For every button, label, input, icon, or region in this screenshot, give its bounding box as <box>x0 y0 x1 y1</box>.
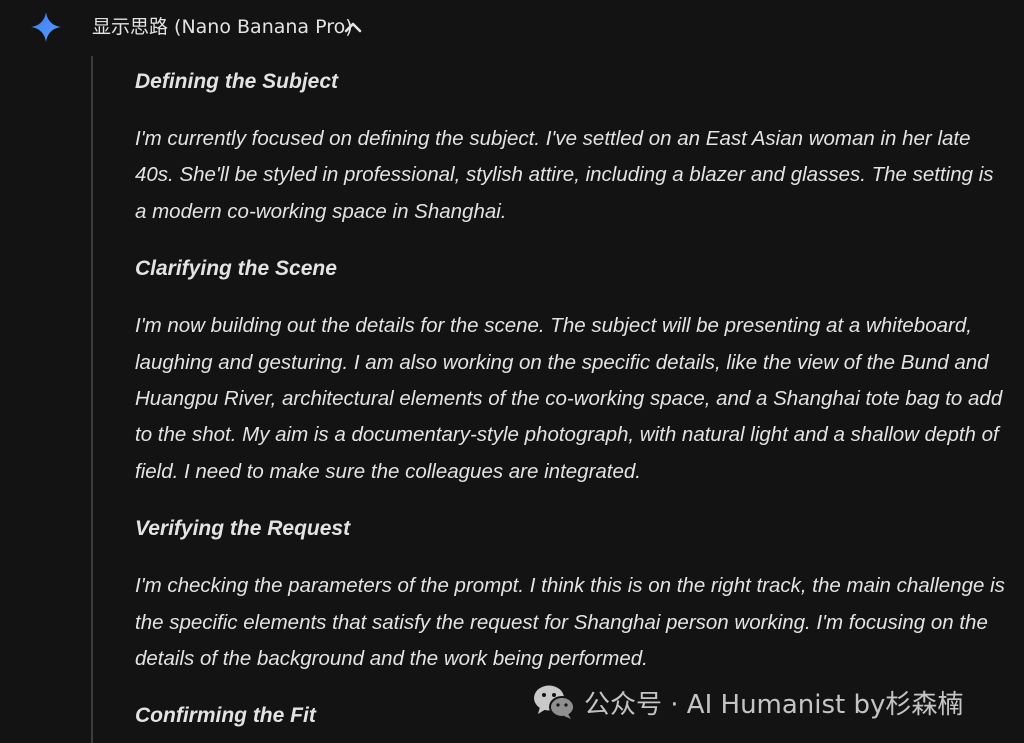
thought-section: Defining the Subject I'm currently focus… <box>135 64 1007 230</box>
thought-title: Clarifying the Scene <box>135 257 337 281</box>
thought-section: Clarifying the Scene I'm now building ou… <box>135 251 1007 490</box>
thoughts-header-title: 显示思路 (Nano Banana Pro) <box>92 16 353 38</box>
thought-body: I'm checking the parameters of the promp… <box>135 574 1005 671</box>
watermark-text: 公众号 · AI Humanist by杉森楠 <box>584 689 964 720</box>
gemini-sparkle-icon <box>31 12 61 42</box>
thought-body: I'm now building out the details for the… <box>135 314 1003 483</box>
thought-title: Defining the Subject <box>135 70 339 93</box>
wechat-watermark: 公众号 · AI Humanist by杉森楠 <box>532 682 963 722</box>
thought-title: Verifying the Request <box>135 517 351 541</box>
wechat-icon <box>534 685 575 719</box>
thoughts-header[interactable]: 显示思路 (Nano Banana Pro) <box>0 0 1024 56</box>
collapse-thoughts-button[interactable] <box>340 14 366 40</box>
thought-section: Verifying the Request I'm checking the p… <box>135 511 1007 677</box>
chevron-up-icon <box>344 22 362 33</box>
thought-body: I'm currently focused on defining the su… <box>135 127 994 223</box>
thoughts-thread-line <box>91 56 93 743</box>
thoughts-content: Defining the Subject I'm currently focus… <box>135 64 1007 734</box>
